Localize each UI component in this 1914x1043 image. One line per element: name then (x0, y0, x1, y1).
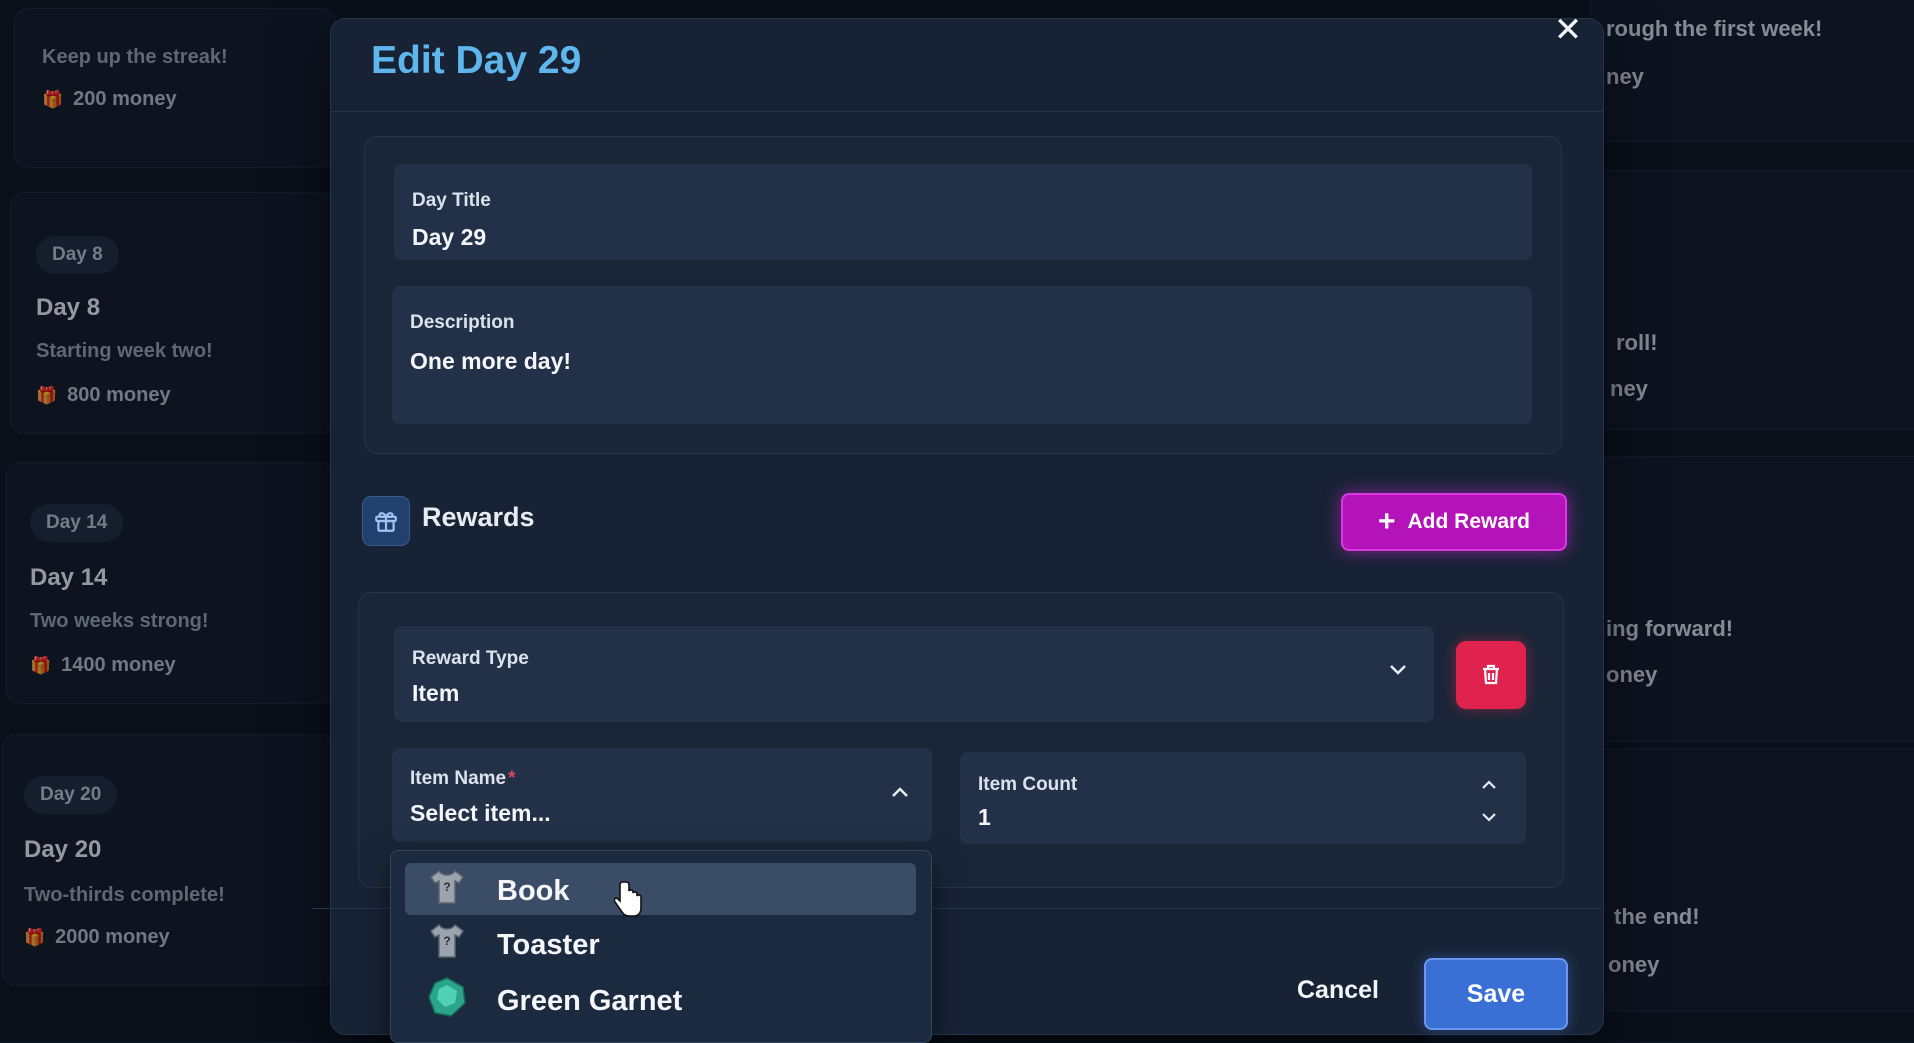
option-label: Toaster (497, 929, 600, 961)
day-title-input[interactable]: Day 29 (412, 224, 486, 251)
required-marker: * (508, 768, 516, 789)
shirt-icon: ? (425, 865, 469, 909)
rewards-heading: Rewards (422, 502, 535, 532)
reward-type-label: Reward Type (412, 648, 529, 669)
delete-reward-button[interactable] (1456, 641, 1526, 709)
description-field[interactable]: Description One more day! (392, 286, 1532, 424)
decrement-icon[interactable] (1480, 806, 1498, 829)
reward-type-value: Item (412, 680, 460, 706)
svg-text:?: ? (443, 934, 450, 948)
gem-icon (425, 975, 469, 1019)
gift-icon (362, 496, 410, 546)
cancel-button[interactable]: Cancel (1276, 968, 1400, 1012)
add-reward-label: Add Reward (1407, 510, 1531, 533)
add-reward-button[interactable]: + Add Reward (1341, 493, 1567, 551)
day-title-field[interactable]: Day Title Day 29 (394, 164, 1532, 260)
option-label: Green Garnet (497, 985, 683, 1017)
item-name-select[interactable]: Item Name * Select item... (392, 748, 932, 842)
reward-type-select[interactable]: Reward Type Item (394, 626, 1434, 722)
modal-header: Edit Day 29 (331, 19, 1603, 112)
save-button[interactable]: Save (1424, 958, 1568, 1030)
item-name-value: Select item... (410, 800, 551, 826)
trash-icon (1483, 664, 1499, 685)
description-label: Description (410, 312, 515, 333)
chevron-down-icon (1388, 660, 1408, 683)
dropdown-option-book[interactable]: ? Book (405, 863, 916, 915)
dropdown-option-green-garnet[interactable]: Green Garnet (405, 973, 916, 1025)
plus-icon: + (1377, 505, 1396, 538)
increment-icon[interactable] (1480, 774, 1498, 797)
item-name-label: Item Name * (410, 768, 516, 789)
shirt-icon: ? (425, 919, 469, 963)
item-count-input[interactable]: 1 (978, 804, 991, 831)
modal-title: Edit Day 29 (371, 39, 582, 82)
dropdown-option-toaster[interactable]: ? Toaster (405, 917, 916, 969)
hand-cursor-icon (613, 880, 644, 925)
item-count-field[interactable]: Item Count 1 (960, 752, 1526, 844)
chevron-up-icon (890, 782, 910, 805)
close-icon[interactable]: ✕ (1548, 10, 1588, 50)
option-label: Book (497, 875, 570, 907)
item-count-label: Item Count (978, 774, 1078, 795)
description-input[interactable]: One more day! (410, 348, 571, 375)
day-title-label: Day Title (412, 190, 491, 211)
svg-text:?: ? (443, 880, 450, 894)
item-dropdown-list: ? Book ? Toaster Green Garnet (390, 850, 932, 1043)
